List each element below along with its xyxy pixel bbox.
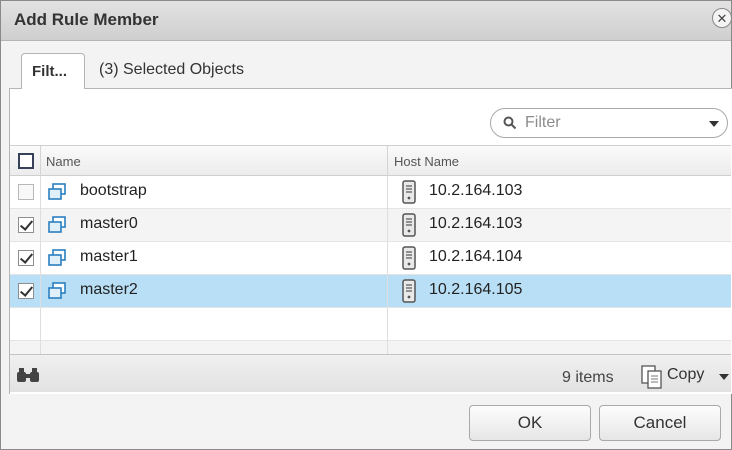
add-rule-member-dialog: Add Rule Member ✕ Filt... (3) Selected O…	[0, 0, 732, 450]
chevron-down-icon[interactable]	[719, 374, 729, 380]
table-row[interactable]: bootstrap 10.2.164.103	[10, 176, 731, 209]
column-divider	[387, 176, 388, 354]
item-count: 9 items	[562, 369, 614, 386]
column-header-name[interactable]: Name	[46, 154, 81, 169]
binoculars-icon[interactable]	[16, 367, 40, 383]
table-row[interactable]: master1 10.2.164.104	[10, 242, 731, 275]
close-icon[interactable]: ✕	[712, 8, 732, 28]
filter-input[interactable]: Filter	[490, 108, 728, 138]
row-host-name: 10.2.164.104	[429, 248, 523, 265]
cancel-button[interactable]: Cancel	[599, 405, 721, 441]
table-row-selected[interactable]: master2 10.2.164.105	[10, 275, 731, 308]
members-table: Name Host Name bootstrap 10.2.164.103 ma…	[10, 145, 731, 354]
vm-icon	[48, 183, 66, 200]
column-divider	[387, 146, 388, 177]
ok-button[interactable]: OK	[469, 405, 591, 441]
table-row[interactable]: master0 10.2.164.103	[10, 209, 731, 242]
copy-icon[interactable]	[640, 364, 664, 390]
table-footer: 9 items Copy	[10, 354, 731, 392]
row-name: master2	[80, 281, 138, 298]
tab-selected-objects[interactable]: (3) Selected Objects	[99, 61, 244, 79]
row-name: master0	[80, 215, 138, 232]
host-server-icon	[402, 213, 416, 237]
host-server-icon	[402, 279, 416, 303]
column-divider	[40, 146, 41, 177]
column-header-host-name[interactable]: Host Name	[394, 154, 459, 169]
row-host-name: 10.2.164.103	[429, 215, 523, 232]
select-all-checkbox[interactable]	[18, 153, 34, 169]
vm-icon	[48, 216, 66, 233]
empty-row	[10, 341, 731, 354]
host-server-icon	[402, 246, 416, 270]
row-checkbox[interactable]	[18, 283, 34, 299]
row-host-name: 10.2.164.103	[429, 182, 523, 199]
column-divider	[40, 176, 41, 354]
empty-row	[10, 308, 731, 341]
chevron-down-icon[interactable]	[709, 121, 719, 127]
filter-placeholder: Filter	[525, 114, 561, 131]
dialog-title: Add Rule Member	[14, 10, 159, 29]
table-header: Name Host Name	[10, 145, 731, 177]
copy-button[interactable]: Copy	[667, 366, 704, 384]
row-checkbox[interactable]	[18, 184, 34, 200]
tab-filter[interactable]: Filt...	[21, 53, 85, 89]
row-checkbox[interactable]	[18, 217, 34, 233]
row-host-name: 10.2.164.105	[429, 281, 523, 298]
host-server-icon	[402, 180, 416, 204]
search-icon	[503, 116, 517, 130]
tab-filter-label: Filt...	[32, 63, 67, 80]
vm-icon	[48, 282, 66, 299]
row-checkbox[interactable]	[18, 250, 34, 266]
row-name: master1	[80, 248, 138, 265]
vm-icon	[48, 249, 66, 266]
dialog-titlebar: Add Rule Member ✕	[1, 1, 732, 41]
row-name: bootstrap	[80, 182, 147, 199]
